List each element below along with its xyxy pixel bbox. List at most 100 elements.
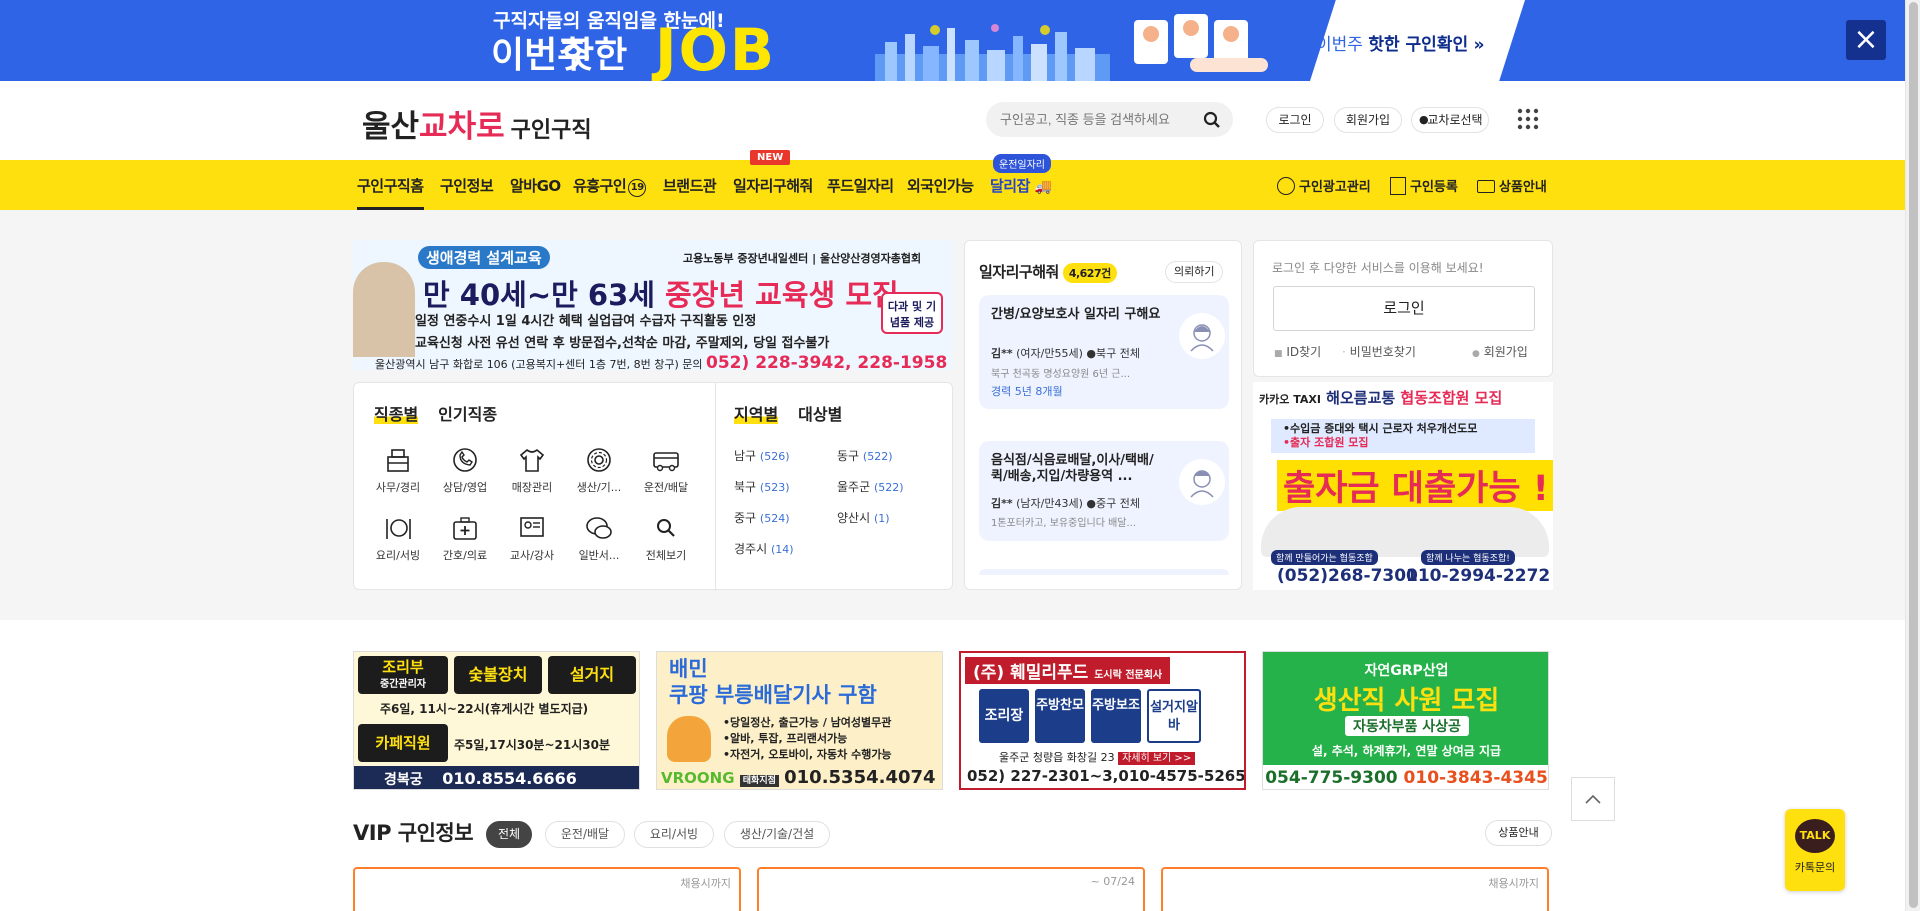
- nav-item-home[interactable]: 구인구직홈: [357, 175, 424, 210]
- nav-item-foreigner[interactable]: 외국인가능: [907, 175, 974, 196]
- region-link[interactable]: 양산시 (1): [837, 509, 890, 526]
- search-icon[interactable]: [1203, 111, 1221, 129]
- region-link[interactable]: 북구 (523): [734, 478, 790, 495]
- product-info-button[interactable]: 상품안내: [1485, 820, 1552, 846]
- ad3-role: 주방찬모: [1035, 689, 1085, 743]
- vip-chip-production[interactable]: 생산/기술/건설: [724, 821, 830, 848]
- nav-item-find-me-job[interactable]: 일자리구해줘: [733, 175, 813, 196]
- nav-item-job-info[interactable]: 구인정보: [440, 175, 494, 196]
- gear-icon: [587, 448, 611, 472]
- top-banner[interactable]: 구직자들의 움직임을 한눈에! 이번주 핫한 JOB 이번주 핫한 구인확인 »: [0, 0, 1905, 81]
- region-select-button[interactable]: ● 교차로선택: [1411, 107, 1489, 133]
- logo-part-ulsan: 울산: [362, 109, 420, 145]
- ad1-chip-cafe: 카페직원: [358, 724, 448, 762]
- nav-item-brand[interactable]: 브랜드관: [663, 175, 717, 196]
- shirt-icon: [519, 448, 545, 472]
- banner-cta[interactable]: 이번주 핫한 구인확인 »: [1316, 30, 1484, 55]
- tab-by-region[interactable]: 지역별: [734, 405, 779, 424]
- scroll-top-button[interactable]: [1571, 777, 1615, 821]
- category-view-all[interactable]: 전체보기: [636, 513, 696, 563]
- region-link[interactable]: 남구 (526): [734, 447, 790, 464]
- taxi-coop-ad[interactable]: 카카오 TAXI 해오름교통 협동조합원 모집 •수입금 증대와 택시 근로자 …: [1253, 382, 1553, 590]
- card-desc: 북구 천곡동 명성요양원 6년 근...: [991, 369, 1131, 380]
- card-meta: (여자/만55세): [1016, 347, 1083, 360]
- ad3-more: 자세히 보기 >>: [1118, 752, 1196, 765]
- page-scrollbar[interactable]: [1905, 0, 1920, 911]
- category-medical[interactable]: 간호/의료: [435, 513, 495, 563]
- close-banner-button[interactable]: ×: [1846, 20, 1886, 60]
- find-password-link[interactable]: · 비밀번호찾기: [1342, 343, 1416, 360]
- nav-item-albago[interactable]: 알바GO: [510, 175, 561, 196]
- banner-cta-b: 핫한 구인확인: [1368, 35, 1469, 55]
- region-link[interactable]: 중구 (524): [734, 509, 790, 526]
- vip-chip-driving[interactable]: 운전/배달: [545, 821, 625, 848]
- nav-item-food-jobs[interactable]: 푸드일자리: [827, 175, 894, 196]
- grid-menu-icon[interactable]: [1517, 108, 1539, 130]
- tab-by-job[interactable]: 직종별: [374, 405, 419, 424]
- ad-headline-b: 중장년 교육생 모집: [665, 278, 899, 312]
- category-office[interactable]: 사무/경리: [368, 445, 428, 495]
- ad3-addr: 울주군 청량읍 화창길 23 자세히 보기 >>: [999, 749, 1196, 765]
- region-name: 울주군: [837, 480, 871, 494]
- site-logo[interactable]: 울산교차로 구인구직: [362, 101, 592, 146]
- category-office-label: 사무/경리: [375, 481, 421, 494]
- login-panel-button[interactable]: 로그인: [1273, 286, 1535, 331]
- taxi-ad-recruit: 협동조합원 모집: [1400, 389, 1503, 407]
- signup-button[interactable]: 회원가입: [1334, 107, 1402, 133]
- main-nav: 구인구직홈 구인정보 알바GO 유흥구인 19 브랜드관 일자리구해줘 푸드일자리…: [0, 160, 1905, 210]
- small-ad-restaurant[interactable]: 조리부 중간관리자 숯불장치 설거지 주6일, 11시~22시(휴게시간 별도지급…: [353, 651, 640, 790]
- category-cooking[interactable]: 요리/서빙: [368, 513, 428, 563]
- category-general-service[interactable]: 일반서...: [569, 513, 629, 563]
- category-driving[interactable]: 운전/배달: [636, 445, 696, 495]
- category-production[interactable]: 생산/기...: [569, 445, 629, 495]
- nav-product-info[interactable]: 상품안내: [1477, 176, 1547, 195]
- vip-job-card[interactable]: ~ 07/24: [757, 867, 1145, 911]
- jobseeker-card[interactable]: 간병/요양보호사 일자리 구해요 김** (여자/만55세) ●북구 전체 북구…: [979, 295, 1229, 409]
- ad1-chip-dish: 설거지: [548, 656, 636, 694]
- pin-icon: ●: [1086, 497, 1097, 510]
- vip-chip-all[interactable]: 전체: [486, 821, 532, 848]
- ad2-line2: •알바, 투잡, 프리랜서가능: [723, 732, 848, 745]
- region-link[interactable]: 경주시 (14): [734, 540, 794, 557]
- category-store[interactable]: 매장관리: [502, 445, 562, 495]
- vip-job-card[interactable]: 채용시까지: [353, 867, 741, 911]
- ad4-phones: 054-775-9300 010-3843-4345: [1263, 765, 1548, 789]
- login-prompt: 로그인 후 다양한 서비스를 이용해 보세요!: [1272, 261, 1484, 275]
- senior-education-ad[interactable]: 생애경력 설계교육 고용노동부 중장년내일센터 | 울산양산경영자총협회 만 4…: [353, 240, 953, 370]
- category-sales[interactable]: 상담/영업: [435, 445, 495, 495]
- small-ad-familyfood[interactable]: (주) 훼밀리푸드 도시락 전문회사 조리장 주방찬모 주방보조 설거지알바 울…: [959, 651, 1246, 790]
- ad1-chip-charcoal: 숯불장치: [454, 656, 542, 694]
- jobseeker-card[interactable]: 음식점/식음료배달,이사/택배/퀵/배송,지입/차량용역 ... 김** (남자…: [979, 441, 1229, 541]
- find-id-link[interactable]: ■ ID찾기: [1274, 343, 1321, 360]
- kakao-talk-button[interactable]: TALK 카톡문의: [1785, 809, 1845, 891]
- vip-job-card[interactable]: 채용시까지: [1161, 867, 1549, 911]
- small-ad-delivery[interactable]: 배민 쿠팡 부릉배달기사 구함 •당일정산, 출근가능 / 남여성별무관 •알바,…: [656, 651, 943, 790]
- nav-item-dalijob[interactable]: 달리잡 🚚: [990, 175, 1052, 196]
- card-person: 김** (남자/만43세) ●중구 전체: [991, 495, 1140, 511]
- region-name: 북구: [734, 480, 757, 494]
- small-ad-grp[interactable]: 자연GRP산업 생산직 사원 모집 자동차부품 사상공 설, 추석, 하계휴가,…: [1262, 651, 1549, 790]
- vip-chip-cooking[interactable]: 요리/서빙: [634, 821, 714, 848]
- logo-part-gyocharo: 교차로: [419, 109, 505, 145]
- nav-job-register[interactable]: 구인등록: [1390, 176, 1458, 195]
- category-view-all-label: 전체보기: [645, 549, 687, 562]
- region-link[interactable]: 울주군 (522): [837, 478, 904, 495]
- region-name: 양산시: [837, 511, 871, 525]
- lock-icon: ■: [1274, 349, 1283, 359]
- nav-item-nightlife[interactable]: 유흥구인 19: [573, 175, 647, 197]
- ad-gift-badge: 다과 및 기념품 제공: [881, 292, 943, 334]
- region-link[interactable]: 동구 (522): [837, 447, 893, 464]
- signup-link[interactable]: ● 회원가입: [1472, 343, 1528, 360]
- page: 구직자들의 움직임을 한눈에! 이번주 핫한 JOB 이번주 핫한 구인확인 »…: [0, 0, 1905, 911]
- user-icon: ●: [1472, 349, 1480, 359]
- tab-popular[interactable]: 인기직종: [438, 405, 497, 424]
- request-button[interactable]: 의뢰하기: [1165, 261, 1224, 283]
- region-count: (1): [873, 512, 890, 525]
- tab-by-target[interactable]: 대상별: [798, 405, 842, 424]
- category-teacher[interactable]: 교사/강사: [502, 513, 562, 563]
- login-button[interactable]: 로그인: [1266, 107, 1324, 133]
- scrollbar-thumb[interactable]: [1909, 2, 1918, 908]
- search-input[interactable]: [986, 102, 1233, 137]
- talk-bubble-icon: TALK: [1795, 819, 1835, 853]
- nav-ad-manage[interactable]: 구인광고관리: [1277, 176, 1371, 195]
